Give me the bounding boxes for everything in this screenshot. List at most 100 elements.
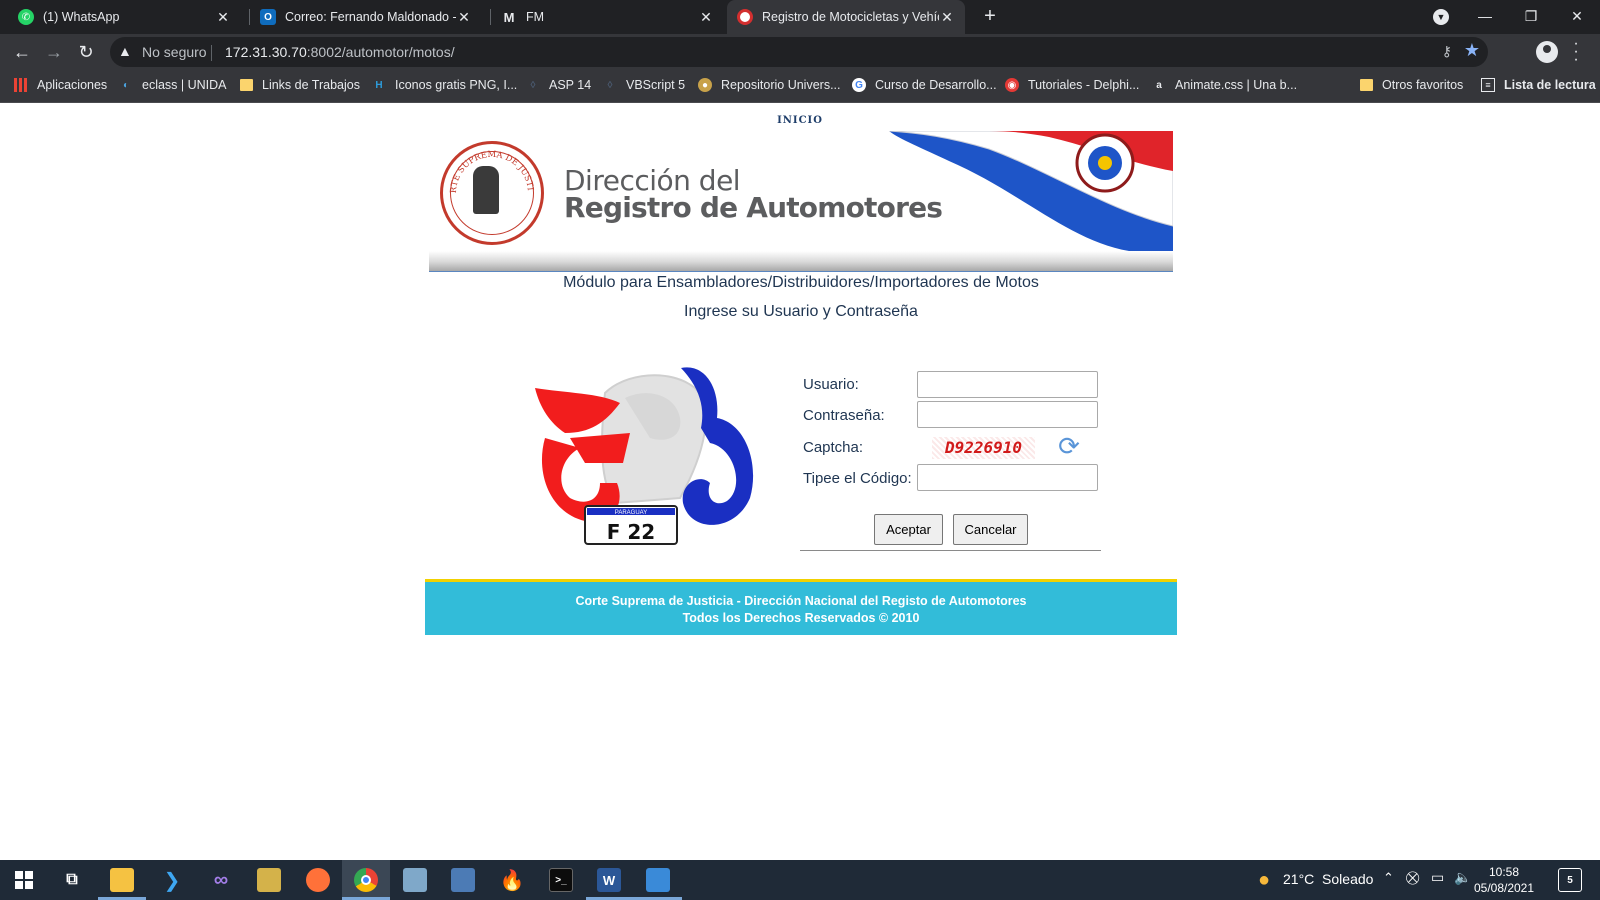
- nav-inicio-link[interactable]: INICIO: [776, 115, 824, 126]
- bookmark-curso[interactable]: G Curso de Desarrollo...: [852, 78, 997, 92]
- photos-icon[interactable]: [646, 868, 670, 892]
- bookmark-vbscript[interactable]: ◊ VBScript 5: [603, 78, 686, 92]
- browser-toolbar: ← → ↻ ▲ No seguro 172.31.30.70:8002/auto…: [0, 34, 1600, 70]
- login-instruction: Ingrese su Usuario y Contraseña: [684, 303, 918, 320]
- bookmark-star-icon[interactable]: ★: [1464, 40, 1480, 61]
- tab-registro-motos[interactable]: Registro de Motocicletas y Vehícu ✕: [727, 0, 965, 34]
- password-input[interactable]: [917, 401, 1098, 428]
- reading-list-icon: ≡: [1481, 78, 1495, 92]
- url-path: :8002/automotor/motos/: [306, 44, 455, 60]
- security-status[interactable]: No seguro: [142, 44, 207, 60]
- bookmark-label: Lista de lectura: [1504, 78, 1596, 92]
- close-tab-icon[interactable]: ✕: [215, 9, 231, 26]
- repositorio-icon: ●: [698, 78, 712, 92]
- gmail-icon: M: [503, 9, 515, 25]
- tab-fm[interactable]: M FM ✕: [491, 0, 724, 34]
- bookmark-delphi[interactable]: ◉ Tutoriales - Delphi...: [1005, 78, 1139, 92]
- url-text[interactable]: 172.31.30.70:8002/automotor/motos/: [225, 44, 455, 60]
- notifications-icon[interactable]: 5: [1558, 868, 1582, 892]
- forward-button[interactable]: →: [42, 40, 66, 64]
- codigo-label: Tipee el Código:: [803, 470, 912, 487]
- key-icon[interactable]: ⚷: [1442, 43, 1452, 60]
- motorcycle-illustration: PARAGUAY F 22: [535, 367, 754, 545]
- bookmarks-bar: Aplicaciones ◐ eclass | UNIDA Links de T…: [0, 70, 1600, 103]
- header-banner: CORTE SUPREMA DE JUSTICIA Dirección del …: [429, 131, 1173, 251]
- close-tab-icon[interactable]: ✕: [939, 9, 955, 26]
- display-icon[interactable]: ▭: [1431, 869, 1444, 886]
- firefox-icon[interactable]: [306, 868, 330, 892]
- tab-title: (1) WhatsApp: [43, 10, 120, 24]
- tab-strip: ✆ (1) WhatsApp ✕ O Correo: Fernando Mald…: [0, 0, 1600, 34]
- tab-title: Registro de Motocicletas y Vehícu: [762, 10, 939, 24]
- tab-correo[interactable]: O Correo: Fernando Maldonado - C ✕: [250, 0, 482, 34]
- bookmark-label: eclass | UNIDA: [142, 78, 227, 92]
- visual-studio-icon[interactable]: ∞: [209, 868, 233, 892]
- bookmark-otros-favoritos[interactable]: Otros favoritos: [1359, 78, 1463, 92]
- vscode-icon[interactable]: ❯: [160, 868, 184, 892]
- banner-shadow-bar: [429, 251, 1173, 271]
- bookmark-label: Otros favoritos: [1382, 78, 1464, 92]
- minimize-button[interactable]: —: [1462, 0, 1508, 34]
- terminal-icon[interactable]: >_: [549, 868, 573, 892]
- reload-button[interactable]: ↻: [74, 40, 98, 64]
- profile-avatar[interactable]: [1536, 41, 1558, 63]
- tab-title: Correo: Fernando Maldonado - C: [285, 10, 456, 24]
- footer-line2: Todos los Derechos Reservados © 2010: [682, 611, 920, 625]
- menu-icon[interactable]: · · ·: [1572, 36, 1580, 68]
- close-window-button[interactable]: ✕: [1554, 0, 1600, 34]
- bookmark-label: Tutoriales - Delphi...: [1028, 78, 1140, 92]
- task-view-icon[interactable]: ⧉: [60, 868, 84, 892]
- bookmark-repositorio[interactable]: ● Repositorio Univers...: [698, 78, 841, 92]
- refresh-captcha-icon[interactable]: ⟳: [1055, 432, 1083, 460]
- footer-line1: Corte Suprema de Justicia - Dirección Na…: [575, 594, 1027, 608]
- new-tab-button[interactable]: +: [978, 5, 1002, 29]
- vbscript-icon: ◊: [607, 79, 613, 91]
- apps-grid-icon: [14, 78, 28, 92]
- weather-text[interactable]: 21°C Soleado: [1283, 871, 1373, 887]
- asp-icon: ◊: [530, 79, 536, 91]
- address-bar[interactable]: ▲ No seguro 172.31.30.70:8002/automotor/…: [110, 37, 1488, 67]
- cancelar-button[interactable]: Cancelar: [953, 514, 1028, 545]
- outlook-icon: O: [260, 9, 276, 25]
- weather-sun-icon[interactable]: ●: [1252, 868, 1276, 892]
- usuario-label: Usuario:: [803, 376, 859, 393]
- warning-icon[interactable]: ▲: [118, 43, 132, 59]
- notification-count: 5: [1567, 874, 1573, 886]
- restore-button[interactable]: ❐: [1508, 0, 1554, 34]
- back-button[interactable]: ←: [10, 40, 34, 64]
- bookmark-label: Links de Trabajos: [262, 78, 360, 92]
- clock-date: 05/08/2021: [1473, 881, 1535, 895]
- bookmark-iconos[interactable]: H Iconos gratis PNG, I...: [372, 78, 517, 92]
- network-error-icon[interactable]: ⛒: [1406, 870, 1419, 886]
- form-divider: [800, 550, 1101, 551]
- paraguay-flag-graphic: [888, 131, 1173, 251]
- taskbar-clock[interactable]: 10:58 05/08/2021: [1464, 864, 1544, 896]
- bookmark-label: ASP 14: [549, 78, 592, 92]
- bookmark-links-trabajos[interactable]: Links de Trabajos: [239, 78, 360, 92]
- usuario-input[interactable]: [917, 371, 1098, 398]
- firebird-icon[interactable]: 🔥: [500, 868, 525, 892]
- start-icon[interactable]: [12, 868, 36, 892]
- app3-icon[interactable]: [451, 868, 475, 892]
- app-icon[interactable]: [257, 868, 281, 892]
- file-explorer-icon[interactable]: [110, 868, 134, 892]
- captcha-image: D9226910: [932, 437, 1035, 459]
- app2-icon[interactable]: [403, 868, 427, 892]
- bookmark-eclass[interactable]: ◐ eclass | UNIDA: [119, 78, 227, 92]
- tray-overflow-icon[interactable]: ⌃: [1383, 870, 1394, 886]
- bookmark-asp[interactable]: ◊ ASP 14: [526, 78, 592, 92]
- google-icon: G: [852, 78, 866, 92]
- chrome-icon[interactable]: [354, 868, 378, 892]
- bookmark-aplicaciones[interactable]: Aplicaciones: [14, 78, 107, 92]
- bookmark-lista-lectura[interactable]: ≡ Lista de lectura: [1481, 78, 1596, 92]
- page-footer: Corte Suprema de Justicia - Dirección Na…: [425, 579, 1177, 635]
- aceptar-button[interactable]: Aceptar: [874, 514, 943, 545]
- close-tab-icon[interactable]: ✕: [698, 9, 714, 26]
- folder-icon: [1359, 78, 1373, 92]
- tab-search-button[interactable]: ▼: [1418, 0, 1464, 34]
- tab-whatsapp[interactable]: ✆ (1) WhatsApp ✕: [8, 0, 241, 34]
- close-tab-icon[interactable]: ✕: [456, 9, 472, 26]
- bookmark-animate[interactable]: a Animate.css | Una b...: [1152, 78, 1297, 92]
- word-icon[interactable]: W: [597, 868, 621, 892]
- codigo-input[interactable]: [917, 464, 1098, 491]
